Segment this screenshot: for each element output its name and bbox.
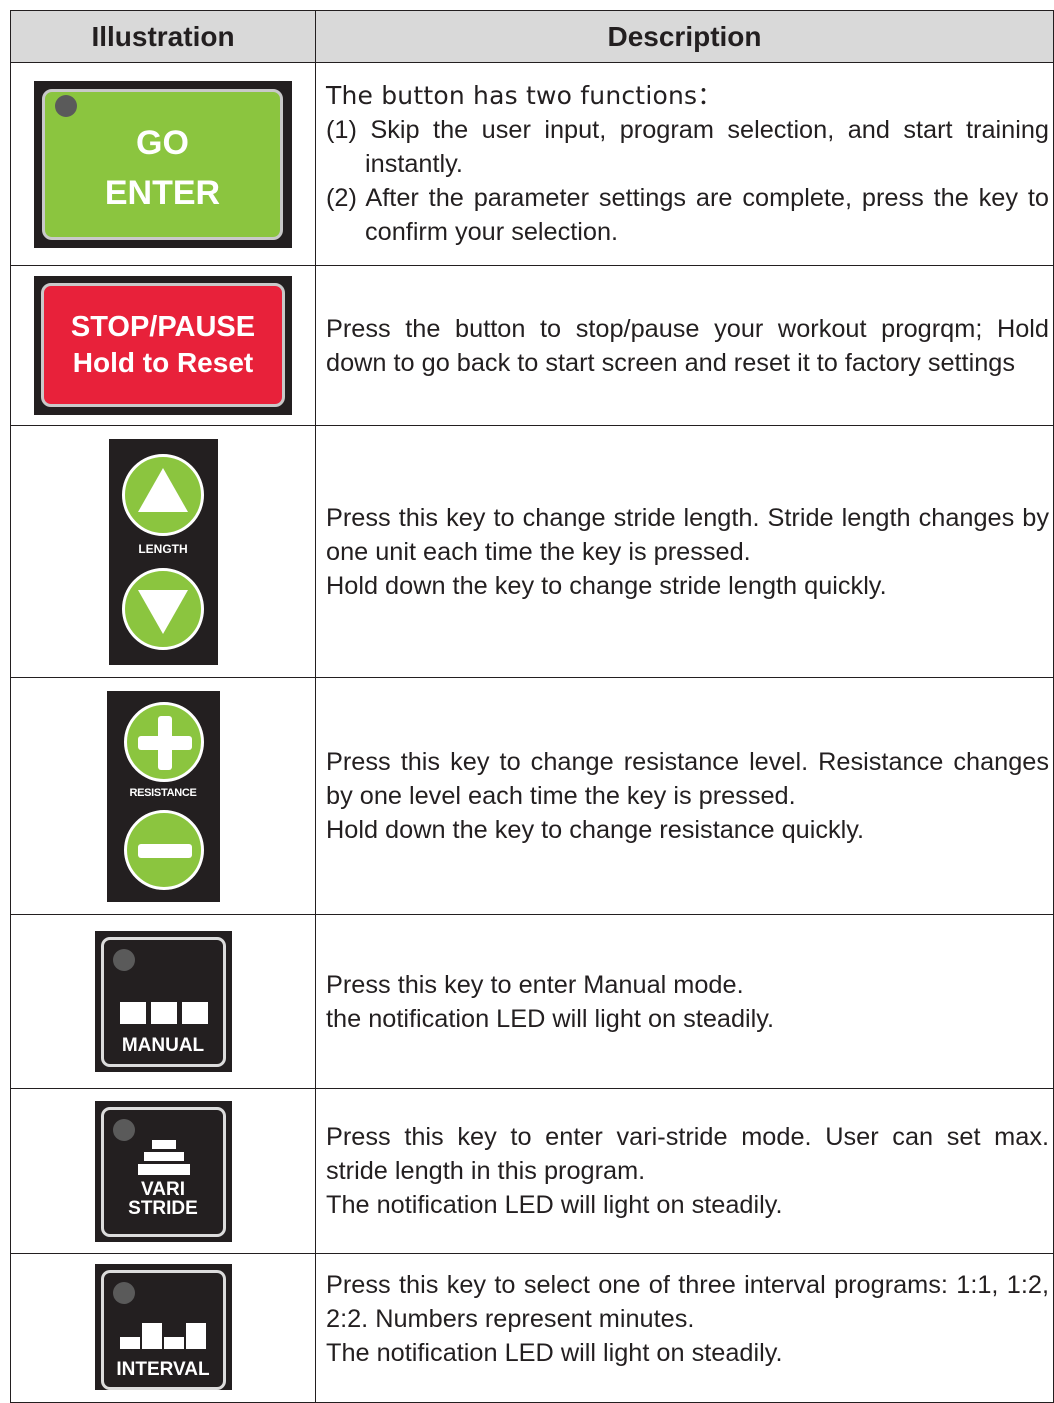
stop-pause-key-image: STOP/PAUSE Hold to Reset xyxy=(34,276,292,415)
table-row-length: LENGTH Press this key to change stride l… xyxy=(10,425,1054,678)
table-row-stop-pause: STOP/PAUSE Hold to Reset Press the butto… xyxy=(10,265,1054,426)
interval-text-2: The notification LED will light on stead… xyxy=(326,1339,783,1367)
resistance-up-button xyxy=(123,701,204,782)
minus-icon xyxy=(137,843,192,858)
manual-key-image: MANUAL xyxy=(94,931,232,1072)
interval-button: INTERVAL xyxy=(100,1270,226,1390)
hold-to-reset-label: Hold to Reset xyxy=(72,347,254,378)
resistance-text-2: Hold down the key to change resistance q… xyxy=(326,816,865,844)
go-enter-function-2: (2) After the parameter settings are com… xyxy=(326,184,1049,246)
interval-bars-icon xyxy=(119,1323,208,1349)
arrow-up-icon xyxy=(137,467,188,512)
length-text-2: Hold down the key to change stride lengt… xyxy=(326,571,887,600)
enter-label: ENTER xyxy=(104,173,221,212)
go-enter-function-1: (1) Skip the user input, program selecti… xyxy=(326,116,1049,178)
illustration-manual: MANUAL xyxy=(10,914,316,1089)
interval-label: INTERVAL xyxy=(116,1359,210,1380)
illustration-length: LENGTH xyxy=(10,425,316,678)
led-indicator-icon xyxy=(112,1118,135,1141)
manual-label: MANUAL xyxy=(121,1035,205,1056)
manual-button: MANUAL xyxy=(100,937,226,1067)
go-enter-key-image: GO ENTER xyxy=(34,80,292,248)
illustration-interval: INTERVAL xyxy=(10,1253,316,1403)
illustration-resistance: RESISTANCE xyxy=(10,677,316,915)
resistance-down-button xyxy=(123,809,204,890)
vari-stride-text-1: Press this key to enter vari-stride mode… xyxy=(326,1123,1049,1185)
vari-stride-text-2: The notification LED will light on stead… xyxy=(326,1191,783,1219)
table-row-vari-stride: VARI STRIDE Press this key to enter vari… xyxy=(10,1088,1054,1254)
interval-key-image: INTERVAL xyxy=(94,1264,232,1390)
go-enter-intro: The button has two functions： xyxy=(326,81,723,110)
resistance-key-image: RESISTANCE xyxy=(106,690,220,902)
length-label: LENGTH xyxy=(138,541,188,556)
header-illustration: Illustration xyxy=(10,10,316,63)
led-indicator-icon xyxy=(112,1282,135,1304)
stride-label: STRIDE xyxy=(128,1197,198,1219)
led-indicator-icon xyxy=(112,949,135,971)
description-manual: Press this key to enter Manual mode. the… xyxy=(315,914,1054,1089)
illustration-go-enter: GO ENTER xyxy=(10,62,316,266)
stop-pause-label: STOP/PAUSE xyxy=(70,311,256,343)
table-row-resistance: RESISTANCE Press this key to change resi… xyxy=(10,677,1054,915)
length-key-image: LENGTH xyxy=(108,438,218,665)
description-length: Press this key to change stride length. … xyxy=(315,425,1054,678)
stacked-steps-icon xyxy=(134,1139,194,1180)
description-vari-stride: Press this key to enter vari-stride mode… xyxy=(315,1088,1054,1254)
manual-text-2: the notification LED will light on stead… xyxy=(326,1004,775,1033)
key-function-table: Illustration Description GO ENTER The bu… xyxy=(10,10,1054,1403)
illustration-stop-pause: STOP/PAUSE Hold to Reset xyxy=(10,265,316,426)
vari-label: VARI xyxy=(141,1178,185,1200)
description-go-enter: The button has two functions： (1) Skip t… xyxy=(315,62,1054,266)
manual-text-1: Press this key to enter Manual mode. xyxy=(326,970,744,999)
table-row-interval: INTERVAL Press this key to select one of… xyxy=(10,1253,1054,1403)
led-indicator-icon xyxy=(55,94,77,117)
description-interval: Press this key to select one of three in… xyxy=(315,1253,1054,1403)
go-enter-button: GO ENTER xyxy=(42,88,283,240)
resistance-text-1: Press this key to change resistance leve… xyxy=(326,748,1049,810)
go-label: GO xyxy=(136,123,189,162)
arrow-down-icon xyxy=(137,589,188,634)
interval-text-1: Press this key to select one of three in… xyxy=(326,1271,1049,1333)
stop-pause-text: Press the button to stop/pause your work… xyxy=(326,314,1049,377)
stop-pause-button: STOP/PAUSE Hold to Reset xyxy=(41,283,285,407)
resistance-label: RESISTANCE xyxy=(129,786,197,799)
vari-stride-button: VARI STRIDE xyxy=(100,1106,226,1237)
illustration-vari-stride: VARI STRIDE xyxy=(10,1088,316,1254)
description-stop-pause: Press the button to stop/pause your work… xyxy=(315,265,1054,426)
table-header-row: Illustration Description xyxy=(10,10,1054,63)
table-row-manual: MANUAL Press this key to enter Manual mo… xyxy=(10,914,1054,1089)
manual-bars-icon xyxy=(119,1002,208,1024)
table-row-go-enter: GO ENTER The button has two functions： (… xyxy=(10,62,1054,266)
description-resistance: Press this key to change resistance leve… xyxy=(315,677,1054,915)
length-down-button xyxy=(121,567,204,650)
vari-stride-key-image: VARI STRIDE xyxy=(94,1100,232,1242)
length-up-button xyxy=(121,453,204,536)
header-description: Description xyxy=(315,10,1054,63)
length-text-1: Press this key to change stride length. … xyxy=(326,503,1049,566)
